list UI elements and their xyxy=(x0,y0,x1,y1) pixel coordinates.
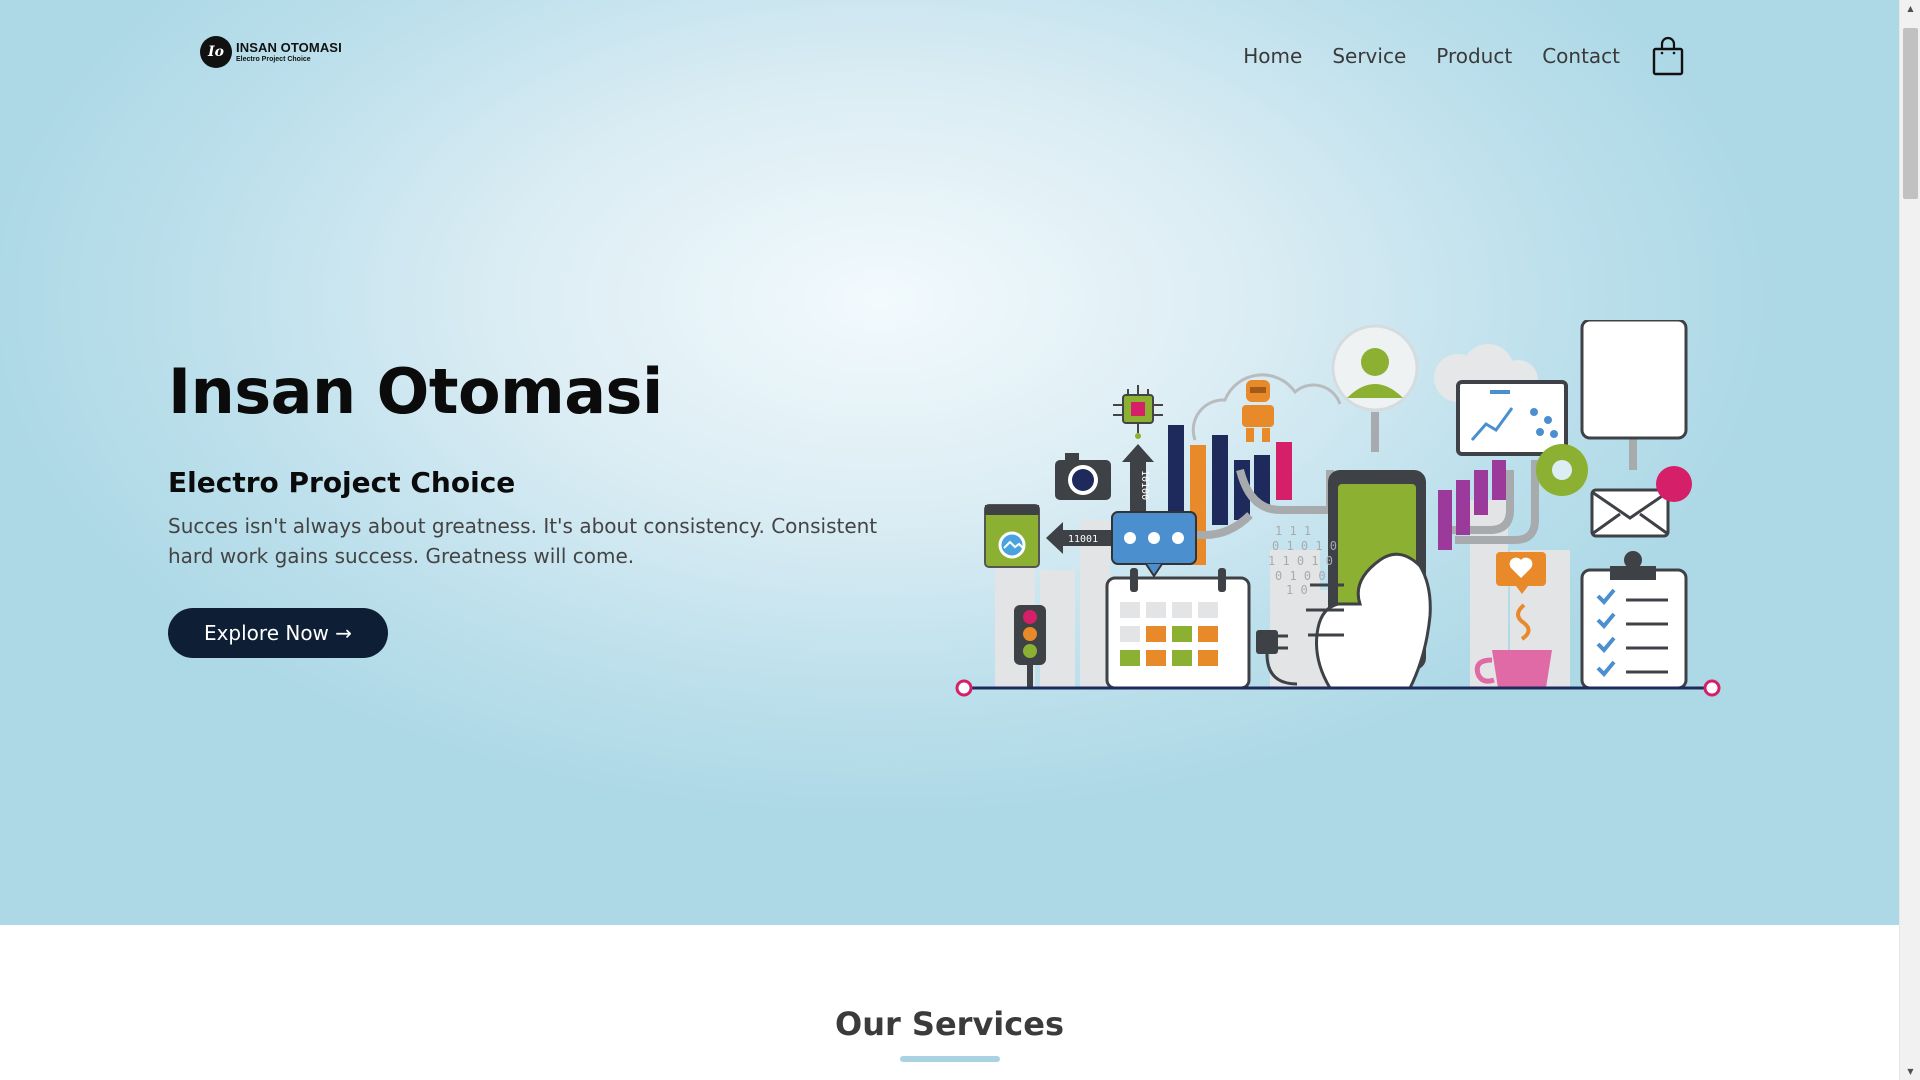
shopping-bag-icon xyxy=(1652,36,1684,76)
calendar-icon xyxy=(1105,568,1251,690)
brand-name: INSAN OTOMASI xyxy=(236,40,342,55)
page-viewport: Io INSAN OTOMASI Electro Project Choice … xyxy=(0,0,1899,1080)
services-title-underline xyxy=(900,1056,1000,1062)
image-window-icon xyxy=(984,504,1040,568)
dashboard-monitor-icon xyxy=(1456,380,1568,456)
binary-scatter-line: 0 1 0 0 xyxy=(1275,569,1326,583)
scrollbar-thumb[interactable] xyxy=(1903,28,1918,199)
main-nav: Home Service Product Contact xyxy=(1213,36,1686,76)
hero-description: Succes isn't always about greatness. It'… xyxy=(168,514,878,568)
logo-text: INSAN OTOMASI Electro Project Choice xyxy=(236,41,342,63)
nav-link-service[interactable]: Service xyxy=(1332,40,1406,72)
page-scrollbar[interactable]: ▲ ▼ xyxy=(1899,0,1920,1080)
logo-mark-icon: Io xyxy=(200,36,232,68)
user-avatar-icon xyxy=(1331,324,1419,452)
scroll-up-arrow-icon[interactable]: ▲ xyxy=(1900,0,1920,17)
hero-subtitle: Electro Project Choice xyxy=(168,466,516,499)
technology-illustration: 10100 11001 1 1 1 0 1 0 1 0 1 1 0 1 0 0 … xyxy=(955,320,1721,697)
binary-vertical-text: 10100 xyxy=(1139,470,1150,500)
gear-icon xyxy=(1536,444,1588,496)
nav-link-home[interactable]: Home xyxy=(1243,40,1302,72)
cart-button[interactable] xyxy=(1652,36,1686,76)
binary-scatter-line: 0 1 0 1 0 xyxy=(1272,539,1337,553)
binary-scatter-line: 1 1 0 1 0 xyxy=(1268,554,1333,568)
brand-logo[interactable]: Io INSAN OTOMASI Electro Project Choice xyxy=(200,36,342,68)
hero-title: Insan Otomasi xyxy=(168,355,663,428)
robot-icon xyxy=(1242,380,1274,442)
brand-tagline: Electro Project Choice xyxy=(236,56,311,63)
camera-icon xyxy=(1055,453,1111,500)
hero-section: Io INSAN OTOMASI Electro Project Choice … xyxy=(0,0,1899,925)
binary-scatter-line: 1 0 xyxy=(1286,583,1308,597)
services-title: Our Services xyxy=(835,1005,1064,1043)
chat-bubble-icon xyxy=(1111,511,1197,578)
mail-envelope-icon xyxy=(1590,466,1692,538)
binary-scatter-line: 1 1 1 xyxy=(1275,524,1311,538)
explore-now-button[interactable]: Explore Now → xyxy=(168,608,388,658)
microchip-icon xyxy=(1113,385,1163,439)
nav-link-contact[interactable]: Contact xyxy=(1542,40,1620,72)
nav-link-product[interactable]: Product xyxy=(1436,40,1512,72)
binary-horizontal-text: 11001 xyxy=(1068,534,1098,545)
scroll-down-arrow-icon[interactable]: ▼ xyxy=(1900,1063,1920,1080)
